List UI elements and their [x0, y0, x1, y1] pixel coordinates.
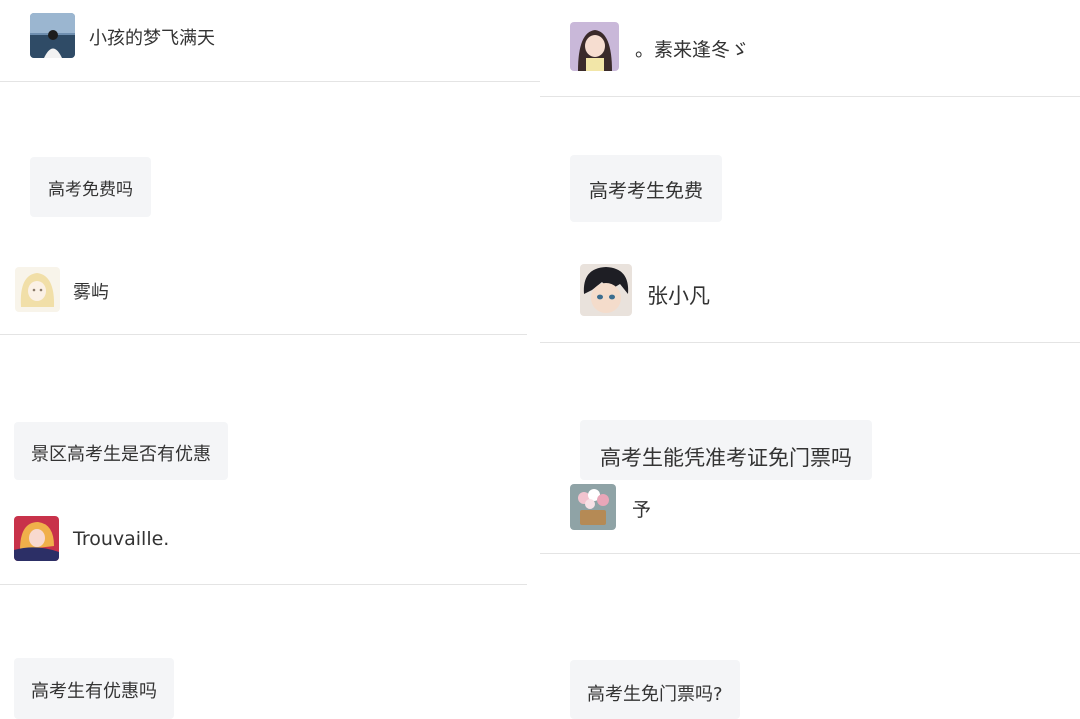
avatar-icon-anime-girl[interactable] [570, 22, 619, 71]
post-card: 小孩的梦飞满天 高考免费吗 [0, 0, 540, 240]
question-bubble: 高考生有优惠吗 [14, 658, 174, 719]
username[interactable]: 。素来逢冬ゞ [635, 35, 749, 62]
post-header: 小孩的梦飞满天 [0, 0, 540, 82]
username[interactable]: 张小凡 [647, 280, 710, 310]
username[interactable]: Trouvaille. [73, 528, 169, 550]
question-bubble: 高考考生免费 [570, 155, 723, 222]
avatar-icon-flower-basket[interactable] [570, 484, 616, 530]
avatar-icon-seaside-person[interactable] [30, 13, 75, 58]
post-card: 。素来逢冬ゞ 高考考生免费 [540, 0, 1080, 240]
question-bubble: 高考生免门票吗? [570, 660, 740, 719]
post-header: 雾屿 [0, 240, 527, 335]
post-header: Trouvaille. [0, 480, 527, 585]
question-bubble: 高考生能凭准考证免门票吗 [580, 420, 872, 480]
post-header: 予 [540, 480, 1080, 554]
username[interactable]: 雾屿 [73, 278, 109, 304]
question-bubble: 高考免费吗 [30, 157, 151, 217]
avatar-icon-anime-boy[interactable] [580, 264, 632, 316]
post-card: 予 高考生免门票吗? [540, 480, 1080, 719]
post-card: Trouvaille. 高考生有优惠吗 [0, 480, 527, 719]
username[interactable]: 小孩的梦飞满天 [89, 24, 215, 50]
post-card: 雾屿 景区高考生是否有优惠 [0, 240, 527, 480]
avatar-icon-sketch-girl[interactable] [15, 267, 60, 312]
post-header: 张小凡 [540, 240, 1080, 343]
question-bubble: 景区高考生是否有优惠 [14, 422, 228, 480]
avatar-icon-anime-pink[interactable] [14, 516, 59, 561]
post-header: 。素来逢冬ゞ [540, 0, 1080, 97]
post-card: 张小凡 高考生能凭准考证免门票吗 [540, 240, 1080, 480]
username[interactable]: 予 [632, 495, 651, 522]
